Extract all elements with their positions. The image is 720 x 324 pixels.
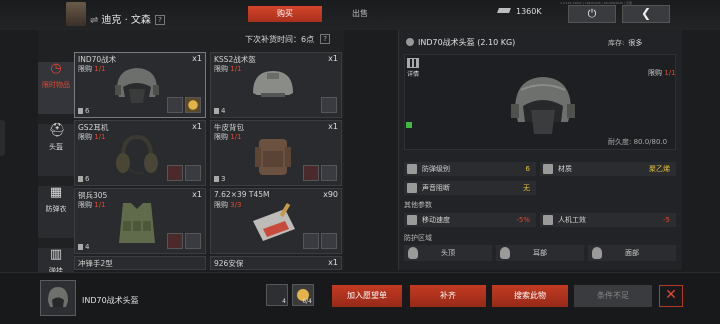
shop-item[interactable]: IND70战术 限购 1/1 x1 6 [74,52,206,118]
stock-icon [214,176,219,182]
material-icon [543,164,553,174]
money-display: 1360K [497,7,542,16]
selected-item-name: IND70战术头盔 [82,296,139,305]
run-icon [407,215,417,225]
shop-item[interactable]: 牛皮背包 限购 1/1 x1 3 [210,120,342,186]
other-params-title: 其他参数 [404,201,432,209]
details-button[interactable]: 详情 [405,58,421,78]
durability: 耐久度: 80.0/80.0 [608,138,668,146]
category-limited[interactable]: ◷ 限时物品 [38,62,74,114]
helmet-image [115,68,159,103]
shop-item[interactable]: 926安保 x1 [210,256,342,270]
stat-material: 材质 聚乙烯 [540,162,676,176]
help-icon[interactable]: ? [320,34,331,44]
zone-top: 头顶 [404,245,492,261]
purchase-limit: 限购 1/1 [648,69,676,77]
bullet-icon [303,233,319,249]
shop-item[interactable]: GS2耳机 限购 1/1 x1 6 [74,120,206,186]
zone-ears: 耳部 [496,245,584,261]
shop-item[interactable]: 7.62×39 T45M 限购 3/3 x90 [210,188,342,254]
card-icon [167,233,183,249]
player-name: ⇌ 迪克 · 文森? [90,11,165,26]
card-icon [167,97,183,113]
head-top-icon [408,247,418,259]
helmet-icon [406,38,414,46]
shop-item[interactable]: 冲锋手2型 [74,256,206,270]
side-drawer-handle[interactable] [0,120,5,156]
money-icon [497,8,511,13]
shop-item[interactable]: 铜兵305 限购 1/1 x1 4 [74,188,206,254]
helmet-image [253,71,293,97]
stat-sound-block: 声音阻断无 [404,181,536,195]
insufficient-button[interactable]: 条件不足 [574,285,652,307]
helmet-icon: ⛑ [49,123,66,138]
stat-armor-class: 防弹级别 6 [404,162,536,176]
tab-buy[interactable]: 购买 [248,6,322,22]
shop-item[interactable]: KSS2战术盔 限购 1/1 x1 4 [210,52,342,118]
back-button[interactable]: ❮ [622,5,670,23]
shield-icon [407,164,417,174]
stock-icon [78,108,83,114]
detail-title: IND70战术头盔 (2.10 KG) [406,37,515,48]
vest-icon: ▦ [49,185,63,200]
face-icon [592,247,602,259]
gun-icon [543,215,553,225]
stock-info: 库存: 很多 [608,39,643,47]
availability-indicator [406,122,412,128]
card-cost: 4 [266,284,288,306]
swap-icon: ⇌ [90,15,99,26]
item-icon [185,233,201,249]
restock-timer: 下次补货时间：6点? [245,34,331,45]
category-vest[interactable]: ▦ 防弹衣 [38,186,74,238]
headset-image [116,134,158,175]
stock-icon [78,244,83,250]
close-button[interactable]: ✕ [659,285,683,307]
stock-icon [78,176,83,182]
stat-ergonomics: 人机工效 -5 [540,213,676,227]
item-icon [185,165,201,181]
power-button[interactable]: ⏻ [568,5,616,23]
helmet-preview-image [511,77,575,134]
ammo-image [253,202,295,241]
helmet-icon [48,287,68,307]
stat-move-speed: 移动速度 -5% [404,213,536,227]
item-icon [321,233,337,249]
clock-icon: ◷ [50,61,62,76]
vest-image [119,203,155,243]
coin-icon [185,97,201,113]
tab-sell[interactable]: 出售 [330,6,390,22]
stock-icon [214,108,219,114]
search-item-button[interactable]: 搜索此物 [492,285,568,307]
player-avatar[interactable] [66,2,86,26]
ear-icon [500,247,510,259]
card-icon [167,165,183,181]
details-icon [407,58,419,68]
card-icon [321,97,337,113]
backpack-image [255,139,291,175]
protection-zone-title: 防护区域 [404,234,432,242]
zone-face: 面部 [588,245,676,261]
category-list: ◷ 限时物品 ⛑ 头盔 ▦ 防弹衣 ▥ 弹挂 [38,52,74,303]
add-wishlist-button[interactable]: 加入愿望单 [332,285,402,307]
card-icon [303,165,319,181]
ear-icon [407,183,417,193]
item-icon [321,165,337,181]
restock-button[interactable]: 补齐 [410,285,486,307]
category-helmet[interactable]: ⛑ 头盔 [38,124,74,176]
selected-item-thumb[interactable] [40,280,76,316]
coin-cost: 6/4 [292,284,314,306]
help-icon[interactable]: ? [154,15,165,25]
rig-icon: ▥ [49,247,63,262]
